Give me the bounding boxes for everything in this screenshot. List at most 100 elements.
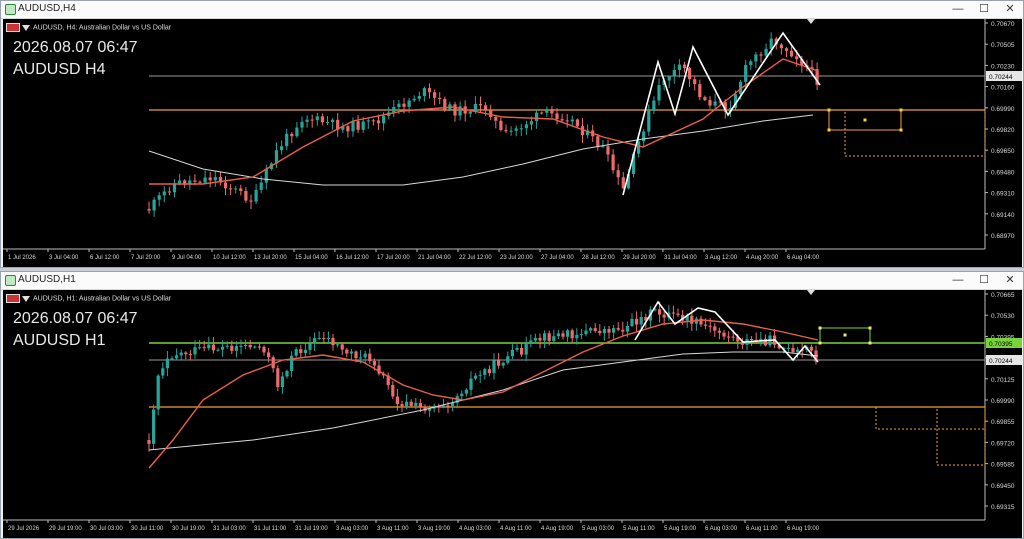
anchor-point <box>827 108 831 112</box>
candle-bear <box>717 330 721 333</box>
candle-bull <box>363 353 367 358</box>
candle-bull <box>225 345 229 347</box>
symbol-label: AUDUSD, H1: Australian Dollar vs US Doll… <box>6 294 171 303</box>
candle-bull <box>754 54 758 62</box>
candle-bear <box>547 333 551 341</box>
candle-bull <box>412 98 416 101</box>
window-titlebar[interactable]: AUDUSD,H4 — ☐ ✕ <box>1 1 1023 19</box>
window-title: AUDUSD,H1 <box>18 274 76 285</box>
chart-canvas[interactable]: 0.70670 0.70505 0.70230 0.70160 0.69990 0.698… <box>3 19 1022 267</box>
candle-bear <box>593 328 597 331</box>
candle-bear <box>484 105 488 110</box>
fast-moving-average <box>149 58 819 185</box>
time-tick-label: 4 Aug 19:00 <box>541 526 574 532</box>
candle-bull <box>361 121 365 130</box>
candle-bear <box>555 113 559 120</box>
candle-bear <box>478 103 483 106</box>
projection-box <box>936 406 986 466</box>
candle-bull <box>677 64 681 70</box>
price-chart[interactable]: AUDUSD, H4: Australian Dollar vs US Doll… <box>3 19 1022 267</box>
maximize-button[interactable]: ☐ <box>971 272 997 289</box>
price-tick-label: 0.69650 <box>991 148 1015 155</box>
candle-bear <box>345 349 349 354</box>
candle-bear <box>276 368 280 388</box>
candle-bear <box>550 109 554 114</box>
anchor-point <box>868 326 872 330</box>
candle-bull <box>519 128 523 130</box>
candle-bear <box>372 360 376 366</box>
candle-bull <box>161 368 165 376</box>
candle-bull <box>175 355 179 359</box>
candle-bear <box>750 338 754 340</box>
candle-bull <box>285 133 289 147</box>
candle-bear <box>499 120 503 131</box>
candle-bear <box>616 170 620 178</box>
candle-bear <box>621 329 625 332</box>
candle-bull <box>221 346 225 350</box>
anchor-point <box>818 326 822 330</box>
candle-bull <box>589 328 593 331</box>
time-tick-label: 5 Aug 11:00 <box>623 526 655 532</box>
price-tick-label: 0.69585 <box>991 462 1015 469</box>
anchor-point <box>863 118 867 122</box>
overlay-datetime: 2026.08.07 06:47 <box>13 310 138 327</box>
chart-window-h4[interactable]: AUDUSD,H4 — ☐ ✕ AUDUSD, H4: Australian D… <box>0 0 1024 268</box>
maximize-button[interactable]: ☐ <box>971 1 997 18</box>
candle-bear <box>731 336 735 338</box>
candle-bear <box>658 309 662 315</box>
close-button[interactable]: ✕ <box>997 1 1023 18</box>
candle-bull <box>545 109 549 113</box>
time-tick-label: 6 Jul 12:00 <box>90 255 120 261</box>
candle-bear <box>809 346 813 351</box>
candle-bull <box>492 360 496 374</box>
candle-bear <box>596 136 600 147</box>
candle-bull <box>294 349 298 356</box>
triangle-icon <box>22 24 30 31</box>
candle-bear <box>427 88 432 93</box>
candle-bear <box>759 54 763 56</box>
candle-bear <box>497 360 501 366</box>
candle-bull <box>349 351 353 354</box>
time-tick-label: 7 Jul 20:00 <box>131 255 161 261</box>
minimize-button[interactable]: — <box>945 1 971 18</box>
minimize-button[interactable]: — <box>945 272 971 289</box>
chart-canvas[interactable]: 0.706650.705300.703950.702600.701250.699… <box>3 290 1022 538</box>
window-titlebar[interactable]: AUDUSD,H1 — ☐ ✕ <box>1 272 1023 290</box>
candle-bear <box>784 48 789 51</box>
time-tick-label: 16 Jul 12:00 <box>336 255 369 261</box>
time-tick-label: 30 Jul 11:00 <box>131 526 164 532</box>
chart-window-h1[interactable]: AUDUSD,H1 — ☐ ✕ AUDUSD, H1: Australian D… <box>0 271 1024 539</box>
price-chart[interactable]: AUDUSD, H1: Australian Dollar vs US Doll… <box>3 290 1022 538</box>
close-button[interactable]: ✕ <box>997 272 1023 289</box>
candle-bear <box>409 401 413 406</box>
candle-bear <box>611 154 615 171</box>
chart-shift-marker-icon <box>807 19 815 24</box>
candle-bear <box>690 315 694 324</box>
time-tick-label: 4 Aug 20:00 <box>746 255 779 261</box>
candle-bull <box>543 333 547 341</box>
candle-bear <box>693 79 697 85</box>
candle-bear <box>607 329 611 333</box>
candle-bull <box>303 349 307 354</box>
candle-bear <box>438 97 442 99</box>
candle-bull <box>244 344 248 346</box>
candle-bull <box>382 115 386 124</box>
time-tick-label: 3 Aug 11:00 <box>377 526 409 532</box>
candle-bear <box>418 402 422 407</box>
candle-bull <box>464 389 468 394</box>
candle-bull <box>207 344 211 349</box>
candle-bull <box>417 95 421 99</box>
candle-bull <box>506 356 510 363</box>
time-tick-label: 27 Jul 04:00 <box>541 255 574 261</box>
green-price-label: 0.70395 <box>989 341 1013 348</box>
candle-bull <box>630 318 634 326</box>
candle-bear <box>635 318 639 325</box>
time-tick-label: 5 Aug 19:00 <box>664 526 697 532</box>
candle-bull <box>552 336 556 341</box>
candle-bull <box>483 369 487 375</box>
candle-bull <box>642 131 646 142</box>
time-tick-label: 13 Jul 20:00 <box>254 255 287 261</box>
anchor-point <box>868 341 872 345</box>
price-tick-label: 0.69315 <box>991 504 1015 511</box>
chart-window-icon <box>5 4 16 15</box>
